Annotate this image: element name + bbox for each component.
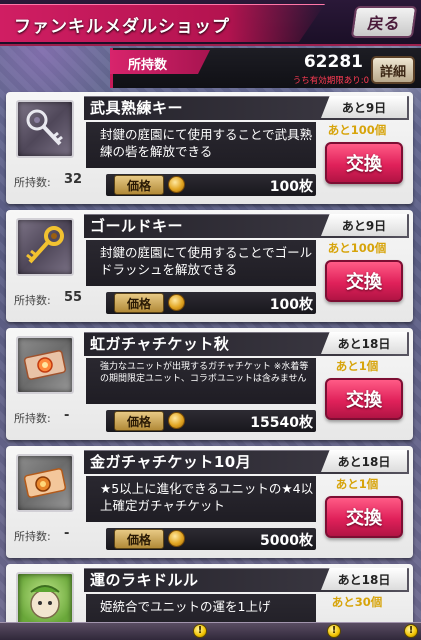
item-description: ★5以上に進化できるユニットの★4以上確定ガチャチケット <box>100 481 314 513</box>
medal-icon <box>168 412 185 429</box>
owned-count: 55 <box>64 290 83 305</box>
gold-ticket-icon <box>16 454 74 512</box>
expiry-note: うち有効期限あり:0 <box>292 76 369 86</box>
stock-remaining: あと1個 <box>335 477 379 491</box>
medal-icon <box>168 176 185 193</box>
deadline-tag: あと9日 <box>321 96 407 118</box>
notification-icon: ! <box>327 624 341 638</box>
owned-label: 所持数: <box>14 294 51 307</box>
item-name: 金ガチャチケット10月 <box>90 453 252 471</box>
medal-count: 62281 <box>303 52 363 72</box>
owned-count: 32 <box>64 172 83 187</box>
exchange-button[interactable]: 交換 <box>325 496 403 538</box>
exchange-button[interactable]: 交換 <box>325 378 403 420</box>
details-button[interactable]: 詳細 <box>371 56 415 84</box>
owned-label: 所持数: <box>14 176 51 189</box>
shop-item-card: ゴールドキー あと9日 所持数: 55 封鍵の庭園にて使用することでゴールドラッ… <box>6 210 413 322</box>
item-name: ゴールドキー <box>90 217 184 235</box>
owned-count: - <box>64 408 70 423</box>
deadline-tag: あと18日 <box>321 568 407 590</box>
owned-count: - <box>64 526 70 541</box>
item-price: 100枚 <box>269 179 313 195</box>
exchange-button[interactable]: 交換 <box>325 142 403 184</box>
price-label: 価格 <box>114 529 164 549</box>
owned-label: 所持数: <box>14 530 51 543</box>
header-bar: ファンキルメダルショップ 戻る <box>0 0 421 46</box>
item-description: 姫統合でユニットの運を1上げ <box>100 599 271 614</box>
medal-icon <box>168 530 185 547</box>
shop-item-card: 虹ガチャチケット秋 あと18日 所持数: - 強力なユニットが出現するガチャチケ… <box>6 328 413 440</box>
notification-icon: ! <box>404 624 418 638</box>
owned-label: 所持数: <box>14 412 51 425</box>
stock-remaining: あと1個 <box>335 359 379 373</box>
stock-remaining: あと100個 <box>327 123 387 137</box>
item-description: 封鍵の庭園にて使用することで武具熟練の砦を解放できる <box>100 127 313 159</box>
shop-item-card: 金ガチャチケット10月 あと18日 所持数: - ★5以上に進化できるユニットの… <box>6 446 413 558</box>
holdings-label: 所持数 <box>128 58 168 73</box>
shop-item-card: 武具熟練キー あと9日 所持数: 32 封鍵の庭園にて使用することで武具熟練の砦… <box>6 92 413 204</box>
rainbow-ticket-icon <box>16 336 74 394</box>
stock-remaining: あと100個 <box>327 241 387 255</box>
item-price: 5000枚 <box>260 533 313 549</box>
stock-remaining: あと30個 <box>331 595 383 609</box>
deadline-tag: あと18日 <box>321 332 407 354</box>
item-price: 15540枚 <box>250 415 313 431</box>
item-description: 封鍵の庭園にて使用することでゴールドラッシュを解放できる <box>100 245 313 277</box>
price-label: 価格 <box>114 293 164 313</box>
item-name: 武具熟練キー <box>90 99 184 117</box>
price-label: 価格 <box>114 175 164 195</box>
page-title: ファンキルメダルショップ <box>14 17 230 37</box>
notification-icon: ! <box>193 624 207 638</box>
medal-icon <box>168 294 185 311</box>
bottom-menu-bar[interactable] <box>0 622 421 640</box>
exchange-button[interactable]: 交換 <box>325 260 403 302</box>
item-description: 強力なユニットが出現するガチャチケット ※水着等の期間限定ユニット、コラボユニッ… <box>100 362 309 384</box>
deadline-tag: あと18日 <box>321 450 407 472</box>
deadline-tag: あと9日 <box>321 214 407 236</box>
price-label: 価格 <box>114 411 164 431</box>
gold-key-icon <box>16 218 74 276</box>
item-price: 100枚 <box>269 297 313 313</box>
item-name: 虹ガチャチケット秋 <box>90 335 230 353</box>
back-button[interactable]: 戻る <box>350 6 418 38</box>
item-name: 運のラキドルル <box>90 571 199 589</box>
silver-key-icon <box>16 100 74 158</box>
